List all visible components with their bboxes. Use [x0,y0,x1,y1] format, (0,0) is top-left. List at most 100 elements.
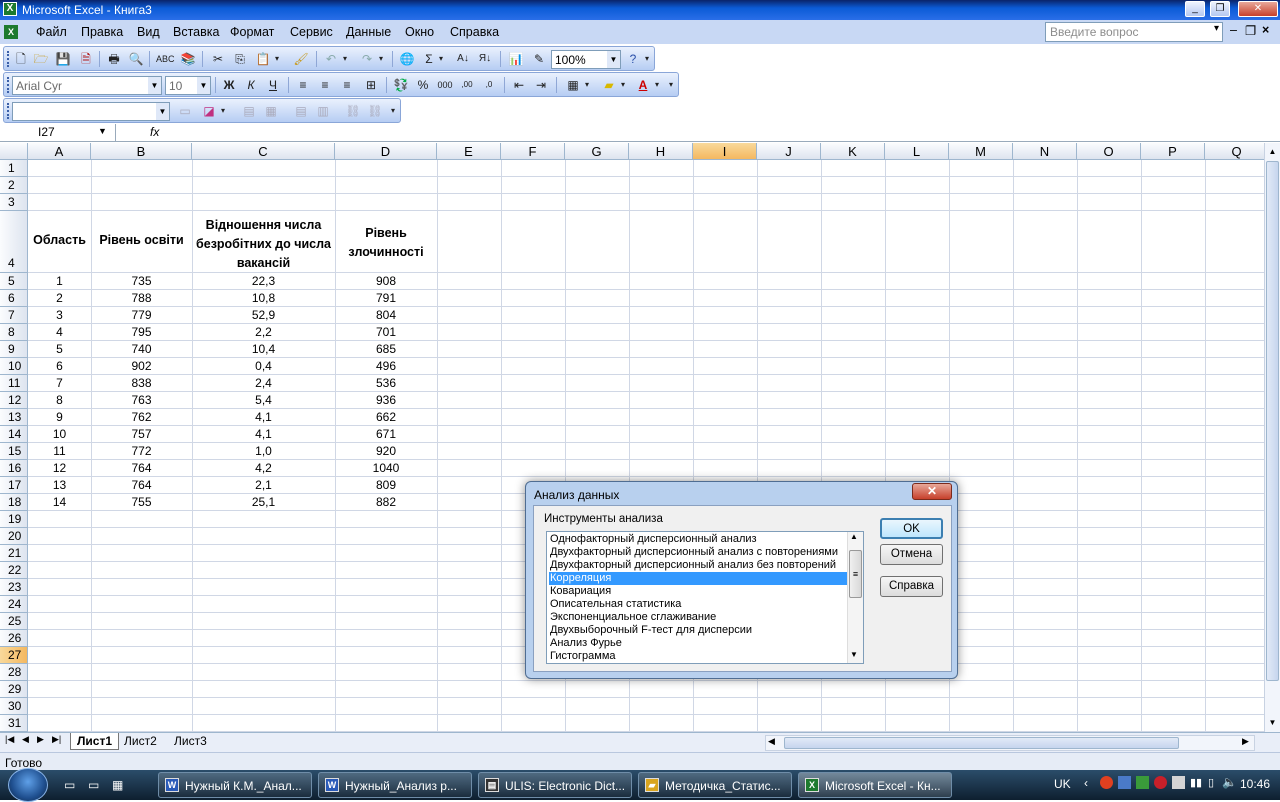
analysis-tools-listbox[interactable]: Однофакторный дисперсионный анализ Двухфа… [546,531,864,664]
table-cell[interactable]: 536 [335,376,437,390]
clock[interactable]: 10:46 [1240,777,1270,791]
column-header[interactable]: M [949,143,1013,160]
select-all-corner[interactable] [0,143,28,160]
save-icon[interactable]: 💾 [54,50,72,68]
tray-expand-icon[interactable]: ‹ [1084,776,1088,790]
row-header[interactable]: 17 [0,477,28,494]
copy-icon[interactable]: ⎘ [231,50,249,68]
doc-minimize-button[interactable]: – [1230,23,1237,37]
name-box-dropdown-icon[interactable]: ▼ [98,126,107,136]
column-header[interactable]: A [28,143,91,160]
row-header[interactable]: 31 [0,715,28,732]
table-cell[interactable]: 2,4 [192,376,335,390]
menu-data[interactable]: Данные [346,25,391,39]
style-select[interactable]: ▼ [12,102,170,121]
row-header[interactable]: 4 [0,211,28,273]
drawing-icon[interactable]: ✎ [530,50,548,68]
row-header[interactable]: 5 [0,273,28,290]
dialog-close-button[interactable]: ✕ [912,483,952,500]
toolbar-options-icon[interactable]: ▾ [388,102,398,120]
menu-edit[interactable]: Правка [81,25,123,39]
row-header[interactable]: 26 [0,630,28,647]
research-icon[interactable]: 📚 [179,50,197,68]
row-header[interactable]: 3 [0,194,28,211]
maximize-button[interactable]: ❐ [1210,1,1230,17]
table-icon-2[interactable]: ▦ [262,102,280,120]
table-cell[interactable]: 662 [335,410,437,424]
analysis-tool-item[interactable]: Гистограмма [549,650,847,663]
table-icon-3[interactable]: ▤ [292,102,310,120]
percent-icon[interactable]: % [414,76,432,94]
last-sheet-icon[interactable]: ▶| [52,734,61,745]
cancel-button[interactable]: Отмена [880,544,943,565]
sheet-tab[interactable]: Лист2 [124,734,157,748]
analysis-tool-item[interactable]: Ковариация [549,585,847,598]
zoom-select[interactable]: 100% ▼ [551,50,621,69]
row-header[interactable]: 1 [0,160,28,177]
row-header[interactable]: 15 [0,443,28,460]
analysis-tool-item[interactable]: Экспоненциальное сглаживание [549,611,847,624]
scroll-thumb[interactable] [1266,161,1279,681]
table-cell[interactable]: 10,8 [192,291,335,305]
row-header[interactable]: 19 [0,511,28,528]
table-cell[interactable]: 14 [28,495,91,509]
table-cell[interactable]: 936 [335,393,437,407]
network-icon-2[interactable]: ▯ [1208,776,1214,789]
table-cell[interactable]: 4 [28,325,91,339]
spelling-icon[interactable]: ABC [156,50,175,68]
font-size-select[interactable]: 10 ▼ [165,76,211,95]
analysis-tool-item[interactable]: Двухфакторный дисперсионный анализ без п… [549,559,847,572]
sheet-tab[interactable]: Лист3 [174,734,207,748]
row-header[interactable]: 29 [0,681,28,698]
row-header[interactable]: 2 [0,177,28,194]
table-cell[interactable]: 685 [335,342,437,356]
table-cell[interactable]: 2,2 [192,325,335,339]
table-cell[interactable]: 788 [91,291,192,305]
decrease-indent-icon[interactable]: ⇤ [510,76,528,94]
row-header[interactable]: 13 [0,409,28,426]
table-cell[interactable]: 2,1 [192,478,335,492]
paste-icon[interactable]: 📋 [254,50,272,68]
align-center-icon[interactable]: ≡ [316,76,334,94]
font-color-icon[interactable]: A [634,76,652,94]
row-header[interactable]: 20 [0,528,28,545]
row-header[interactable]: 8 [0,324,28,341]
menu-tools[interactable]: Сервис [290,25,333,39]
toolbar-options-icon[interactable]: ▾ [642,50,652,68]
network-icon[interactable]: ▮▮ [1190,776,1202,789]
analysis-tool-item[interactable]: Однофакторный дисперсионный анализ [549,533,847,546]
table-cell[interactable]: 882 [335,495,437,509]
protect-icon[interactable]: ▭ [176,102,194,120]
list-scroll-up-icon[interactable]: ▲ [850,532,858,541]
taskbar-item[interactable]: ▤ ULIS: Electronic Dict... [478,772,632,798]
tray-icon-2[interactable] [1118,776,1131,789]
paste-dropdown-icon[interactable]: ▾ [272,50,282,68]
formula-input[interactable] [170,124,1280,141]
table-cell[interactable]: 4,1 [192,410,335,424]
undo-icon[interactable]: ↶ [322,50,340,68]
table-cell[interactable]: 12 [28,461,91,475]
list-scroll-down-icon[interactable]: ▼ [850,650,858,659]
insert-function-icon[interactable]: fx [150,125,159,139]
table-cell[interactable]: 762 [91,410,192,424]
toolbar-options-icon[interactable]: ▾ [666,76,676,94]
tray-icon-3[interactable] [1136,776,1149,789]
borders-dropdown-icon[interactable]: ▾ [582,76,592,94]
analysis-tool-item[interactable]: Описательная статистика [549,598,847,611]
open-folder-icon[interactable]: 🗁 [32,50,50,68]
table-cell[interactable]: 13 [28,478,91,492]
tray-icon-4[interactable] [1154,776,1167,789]
redo-icon[interactable]: ↷ [358,50,376,68]
table-cell[interactable]: 4,2 [192,461,335,475]
row-header[interactable]: 14 [0,426,28,443]
quicklaunch-icon-3[interactable]: ▦ [112,778,123,792]
table-cell[interactable]: 755 [91,495,192,509]
print-preview-icon[interactable]: 🔍 [127,50,145,68]
permission-icon[interactable]: 🗎 [77,50,95,68]
row-header[interactable]: 30 [0,698,28,715]
row-header[interactable]: 10 [0,358,28,375]
table-cell[interactable]: 6 [28,359,91,373]
row-header[interactable]: 23 [0,579,28,596]
unlink-icon[interactable]: ⛓ [366,102,384,120]
prev-sheet-icon[interactable]: ◀ [22,734,29,745]
